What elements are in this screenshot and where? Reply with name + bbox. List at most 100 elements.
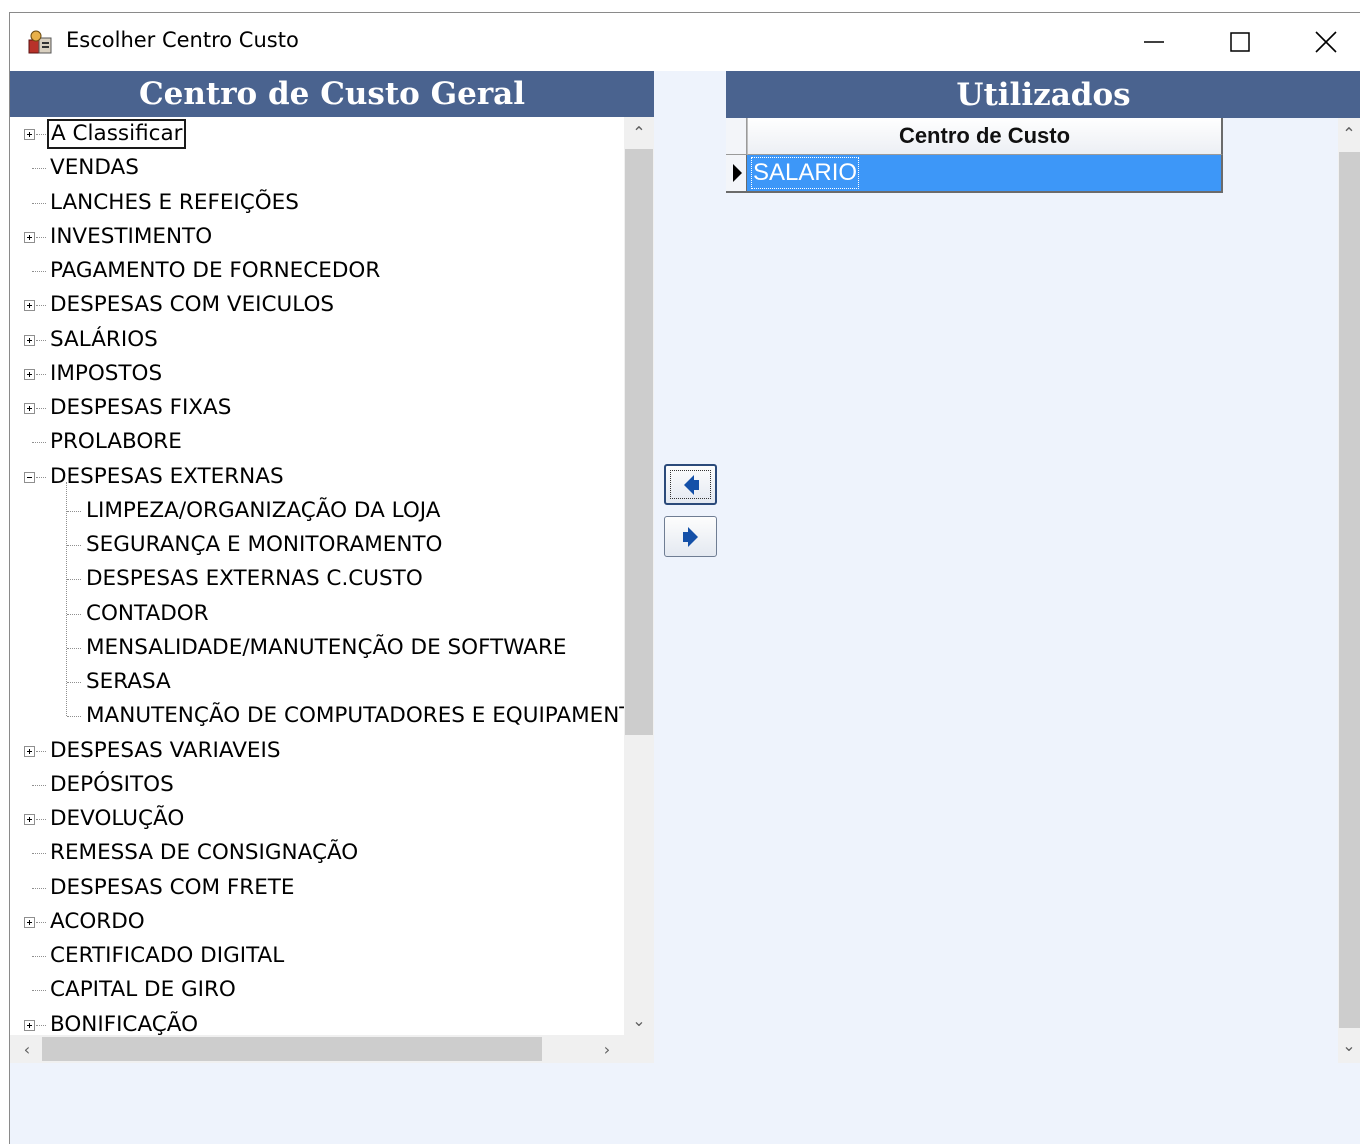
expand-icon[interactable]	[24, 745, 35, 757]
tree-item-label: SERASA	[86, 669, 171, 694]
tree-item[interactable]: DESPESAS VARIAVEIS	[48, 734, 283, 768]
tree-item-label: ACORDO	[50, 908, 145, 934]
tree-item[interactable]: A Classificar	[46, 117, 187, 151]
tree-connector	[36, 750, 46, 752]
scroll-left-icon[interactable]: ‹	[12, 1034, 42, 1064]
tree-item-label: DESPESAS FIXAS	[50, 395, 232, 420]
tree-connector	[67, 579, 81, 581]
tree-item-label: REMESSA DE CONSIGNAÇÃO	[50, 840, 359, 866]
tree-connector	[36, 134, 46, 135]
expand-icon[interactable]	[24, 814, 35, 825]
tree-item[interactable]: MANUTENÇÃO DE COMPUTADORES E EQUIPAMENTO…	[84, 699, 654, 733]
tree-item-label: CONTADOR	[86, 600, 209, 626]
tree-item-label: DESPESAS COM VEICULOS	[50, 292, 335, 318]
tree-item[interactable]: ACORDO	[48, 905, 147, 939]
minimize-button[interactable]	[1111, 13, 1197, 71]
tree-item[interactable]: PROLABORE	[48, 425, 184, 459]
tree-item[interactable]: CAPITAL DE GIRO	[48, 973, 238, 1007]
tree-item-label: LANCHES E REFEIÇÕES	[50, 189, 299, 215]
tree-item[interactable]: DESPESAS EXTERNAS	[48, 460, 286, 494]
tree-item[interactable]: CERTIFICADO DIGITAL	[48, 939, 286, 973]
tree-item[interactable]: LIMPEZA/ORGANIZAÇÃO DA LOJA	[84, 494, 442, 528]
grid-vertical-scrollbar[interactable]: ⌃ ⌄	[1338, 118, 1360, 1063]
grid-row[interactable]: SALARIO	[747, 155, 1223, 193]
scroll-up-icon[interactable]: ⌃	[1334, 118, 1360, 148]
tree-horizontal-scrollbar[interactable]: ‹ ›	[10, 1035, 654, 1063]
scroll-thumb[interactable]	[625, 149, 653, 735]
tree-connector	[32, 202, 46, 204]
tree-item[interactable]: DEVOLUÇÃO	[48, 802, 186, 836]
scroll-up-icon[interactable]: ⌃	[624, 117, 654, 147]
tree-connector	[32, 271, 46, 272]
minimize-icon	[1144, 41, 1164, 43]
scroll-right-icon[interactable]: ›	[592, 1034, 622, 1064]
tree-connector	[67, 613, 81, 615]
tree-item-label: DESPESAS COM FRETE	[50, 874, 295, 900]
expand-icon[interactable]	[24, 300, 35, 312]
tree-item[interactable]: PAGAMENTO DE FORNECEDOR	[48, 254, 382, 288]
tree-connector	[36, 373, 46, 375]
tree-connector	[67, 716, 81, 718]
tree-item[interactable]: SEGURANÇA E MONITORAMENTO	[84, 528, 444, 562]
expand-icon[interactable]	[24, 129, 35, 140]
expand-icon[interactable]	[24, 916, 35, 928]
tree-item[interactable]: DESPESAS FIXAS	[48, 391, 233, 425]
tree-item[interactable]: DEPÓSITOS	[48, 768, 176, 802]
close-icon	[1315, 31, 1337, 53]
tree-item[interactable]: DESPESAS COM FRETE	[48, 871, 297, 905]
tree-connector	[36, 408, 46, 409]
tree-item-label: A Classificar	[46, 119, 187, 149]
grid-cell-text: SALARIO	[750, 157, 860, 189]
close-button[interactable]	[1283, 13, 1360, 71]
title-bar[interactable]: Escolher Centro Custo	[10, 13, 1360, 71]
expand-icon[interactable]	[24, 231, 35, 243]
column-header-cost-center[interactable]: Centro de Custo	[747, 118, 1223, 155]
tree-item[interactable]: INVESTIMENTO	[48, 220, 214, 254]
tree-connector	[32, 887, 46, 889]
tree-item-label: CERTIFICADO DIGITAL	[50, 943, 285, 968]
tree-item-label: PROLABORE	[50, 429, 182, 455]
maximize-button[interactable]	[1197, 13, 1283, 71]
tree-item-label: MANUTENÇÃO DE COMPUTADORES E EQUIPAMENTO…	[86, 703, 654, 729]
tree-item-label: INVESTIMENTO	[50, 223, 213, 249]
tree-item[interactable]: IMPOSTOS	[48, 357, 164, 391]
app-icon	[28, 30, 52, 54]
tree-item-label: DEPÓSITOS	[50, 771, 174, 797]
tree-connector	[32, 784, 46, 786]
used-cost-centers-grid[interactable]: Centro de Custo SALARIO	[726, 118, 1360, 1063]
tree-item[interactable]: LANCHES E REFEIÇÕES	[48, 186, 301, 220]
tree-item-label: PAGAMENTO DE FORNECEDOR	[50, 258, 381, 283]
scroll-down-icon[interactable]: ⌄	[624, 1005, 654, 1035]
scroll-down-icon[interactable]: ⌄	[1334, 1030, 1360, 1060]
tree-vertical-scrollbar[interactable]: ⌃ ⌄	[624, 117, 654, 1035]
tree-item[interactable]: DESPESAS COM VEICULOS	[48, 288, 336, 322]
tree-connector	[36, 1024, 46, 1026]
expand-icon[interactable]	[24, 334, 35, 346]
tree-connector	[36, 819, 46, 820]
tree-item-label: MENSALIDADE/MANUTENÇÃO DE SOFTWARE	[86, 634, 567, 660]
tree-connector	[36, 236, 46, 238]
tree-item[interactable]: VENDAS	[48, 151, 141, 185]
tree-item[interactable]: SALÁRIOS	[48, 323, 160, 357]
cost-center-tree[interactable]: A Classificar VENDAS LANCHES E REFEIÇÕES IN…	[10, 117, 654, 1063]
remove-cost-center-button[interactable]	[664, 464, 717, 505]
tree-connector	[36, 476, 46, 478]
tree-item[interactable]: DESPESAS EXTERNAS C.CUSTO	[84, 562, 425, 596]
expand-icon[interactable]	[24, 1019, 35, 1031]
tree-item[interactable]: REMESSA DE CONSIGNAÇÃO	[48, 836, 360, 870]
tree-connector	[67, 545, 81, 546]
scroll-thumb[interactable]	[1339, 152, 1360, 1028]
scroll-thumb[interactable]	[42, 1037, 542, 1061]
expand-icon[interactable]	[24, 368, 35, 380]
expand-icon[interactable]	[24, 403, 35, 414]
add-cost-center-button[interactable]	[664, 516, 717, 557]
tree-item[interactable]: SERASA	[84, 665, 173, 699]
tree-connector	[32, 990, 46, 992]
tree-item[interactable]: CONTADOR	[84, 597, 211, 631]
row-indicator-icon[interactable]	[726, 155, 747, 193]
tree-item-label: SEGURANÇA E MONITORAMENTO	[86, 532, 443, 557]
tree-item-label: IMPOSTOS	[50, 360, 163, 386]
tree-connector	[32, 853, 46, 855]
tree-item[interactable]: MENSALIDADE/MANUTENÇÃO DE SOFTWARE	[84, 631, 569, 665]
collapse-icon[interactable]	[24, 471, 35, 483]
